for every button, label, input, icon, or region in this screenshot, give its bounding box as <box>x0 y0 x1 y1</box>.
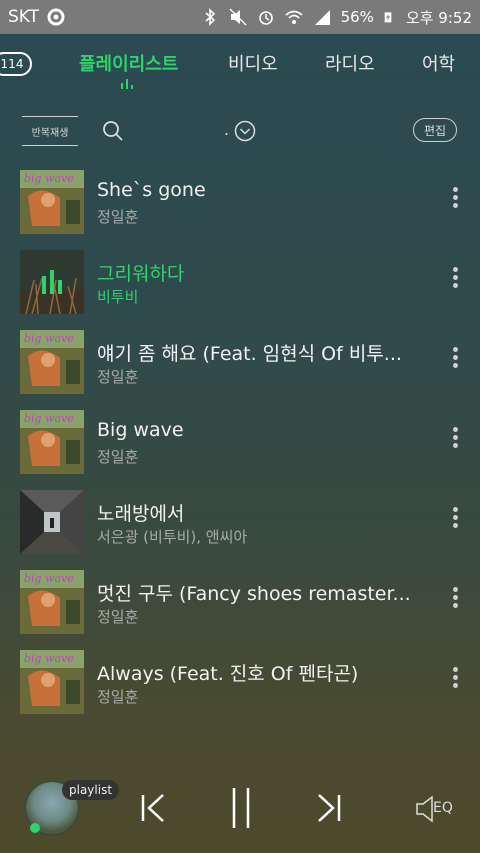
track-artist: 정일훈 <box>97 448 139 466</box>
list-item[interactable]: big wave 얘기 좀 해요 (Feat. 임현식 Of 비투... 정일훈 <box>0 320 480 400</box>
mini-player: playlist EQ <box>0 770 480 853</box>
list-toolbar: 반복재생 . 편집 <box>0 110 480 154</box>
sort-label: . <box>224 120 230 139</box>
status-bar: SKT 56% 오후 9:52 <box>0 0 480 34</box>
album-art-big-wave: big wave <box>20 170 84 234</box>
list-item[interactable]: big wave 멋진 구두 (Fancy shoes remaster... … <box>0 560 480 640</box>
track-title: 그리워하다 <box>97 263 185 285</box>
list-item[interactable]: big wave Big wave 정일훈 <box>0 400 480 480</box>
more-vertical-icon[interactable] <box>448 587 462 613</box>
track-title: Always (Feat. 진호 Of 펜타곤) <box>97 663 359 685</box>
track-title: 얘기 좀 해요 (Feat. 임현식 Of 비투... <box>97 343 402 365</box>
location-icon <box>47 8 65 26</box>
track-artist: 정일훈 <box>97 688 139 706</box>
album-art-big-wave: big wave <box>20 330 84 394</box>
tab-playlist[interactable]: 플레이리스트 <box>79 50 178 76</box>
track-title: 멋진 구두 (Fancy shoes remaster... <box>97 583 411 605</box>
more-vertical-icon[interactable] <box>448 427 462 453</box>
svg-text:big wave: big wave <box>24 332 74 345</box>
carrier-label: SKT <box>8 7 40 27</box>
playing-dot <box>30 823 40 833</box>
svg-text:big wave: big wave <box>24 572 74 585</box>
bluetooth-icon <box>205 8 215 26</box>
more-vertical-icon[interactable] <box>448 667 462 693</box>
signal-icon <box>314 10 330 25</box>
album-art-big-wave: big wave <box>20 410 84 474</box>
svg-text:big wave: big wave <box>24 412 74 425</box>
playlist-button[interactable]: playlist <box>62 780 120 800</box>
pause-icon[interactable] <box>228 786 254 830</box>
more-vertical-icon[interactable] <box>448 347 462 373</box>
tab-video[interactable]: 비디오 <box>228 50 278 76</box>
track-artist: 정일훈 <box>97 368 139 386</box>
svg-text:big wave: big wave <box>24 172 74 185</box>
album-art-big-wave: big wave <box>20 650 84 714</box>
svg-text:big wave: big wave <box>24 652 74 665</box>
battery-charging-icon <box>384 12 392 23</box>
now-playing-indicator-icon <box>121 79 133 89</box>
track-artist: 정일훈 <box>97 608 139 626</box>
clock: 오후 9:52 <box>405 8 472 27</box>
wifi-icon <box>285 10 303 24</box>
count-badge[interactable]: 114 <box>0 52 32 76</box>
next-icon[interactable] <box>314 792 344 824</box>
repeat-button[interactable]: 반복재생 <box>22 116 78 146</box>
track-artist: 서은광 (비투비), 앤씨아 <box>97 528 248 546</box>
eq-label: EQ <box>433 800 453 816</box>
album-art-big-wave: big wave <box>20 570 84 634</box>
track-artist: 정일훈 <box>97 208 139 226</box>
list-item[interactable]: big wave She`s gone 정일훈 <box>0 160 480 240</box>
battery-percent: 56% <box>340 8 374 26</box>
chevron-down-icon[interactable] <box>234 120 256 142</box>
tab-radio[interactable]: 라디오 <box>325 50 375 76</box>
list-item[interactable]: 그리워하다 비투비 <box>0 240 480 320</box>
more-vertical-icon[interactable] <box>448 187 462 213</box>
alarm-icon <box>258 11 273 25</box>
list-item[interactable]: big wave Always (Feat. 진호 Of 펜타곤) 정일훈 <box>0 640 480 720</box>
album-art-reeds <box>20 250 84 314</box>
list-item[interactable]: 노래방에서 서은광 (비투비), 앤씨아 <box>0 480 480 560</box>
tab-language[interactable]: 어학 <box>422 50 455 76</box>
track-artist: 비투비 <box>97 288 139 306</box>
search-icon[interactable] <box>102 120 124 142</box>
track-title: 노래방에서 <box>97 503 185 525</box>
eq-button[interactable]: EQ <box>414 794 458 824</box>
mute-icon <box>229 8 247 26</box>
more-vertical-icon[interactable] <box>448 267 462 293</box>
edit-button[interactable]: 편집 <box>413 118 457 142</box>
track-title: Big wave <box>97 419 184 441</box>
previous-icon[interactable] <box>138 792 168 824</box>
album-art-corridor <box>20 490 84 554</box>
tab-bar: 114 플레이리스트 비디오 라디오 어학 <box>0 34 480 96</box>
more-vertical-icon[interactable] <box>448 507 462 533</box>
track-title: She`s gone <box>97 179 206 201</box>
